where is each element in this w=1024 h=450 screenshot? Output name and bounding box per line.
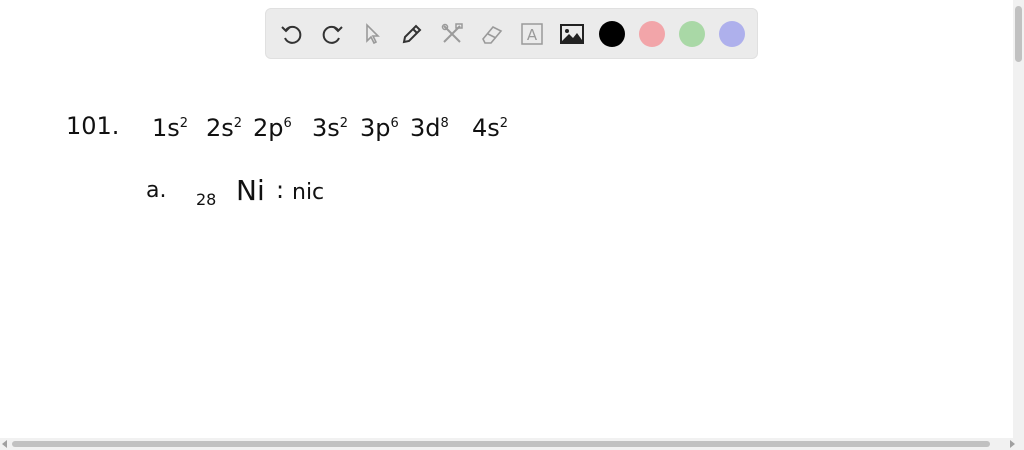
color-pink-swatch[interactable] <box>639 21 665 47</box>
tools-icon <box>441 23 463 43</box>
orbital-base: 4s <box>472 114 500 142</box>
orbital-base: 1s <box>152 114 180 142</box>
orbital-exponent: 2 <box>233 116 243 131</box>
orbital-exponent: 2 <box>339 116 349 131</box>
eraser-icon <box>482 26 503 44</box>
orbital-base: 2s <box>206 114 234 142</box>
problem-number: 101. <box>66 112 120 140</box>
pen-icon <box>402 24 422 44</box>
orbital-exponent: 2 <box>179 116 189 131</box>
part-label: a. <box>146 178 167 203</box>
scroll-right-arrow-icon[interactable] <box>1010 440 1015 448</box>
orbital-term: 4s2 <box>472 114 508 142</box>
orbital-term: 2s2 <box>206 114 242 142</box>
drawing-toolbar: A <box>265 8 758 59</box>
atomic-number: 28 <box>196 190 217 209</box>
vertical-scroll-thumb[interactable] <box>1015 6 1022 62</box>
orbital-term: 3d8 <box>410 114 449 142</box>
whiteboard-canvas[interactable]: 101. 1s2 2s2 2p6 3s2 3p6 3d8 4s2 a. 28 N… <box>0 60 1013 438</box>
orbital-exponent: 8 <box>440 116 449 131</box>
orbital-term: 3s2 <box>312 114 348 142</box>
eraser-tool-button[interactable] <box>477 19 507 49</box>
color-black-swatch[interactable] <box>599 21 625 47</box>
image-tool-button[interactable] <box>557 19 587 49</box>
orbital-term: 1s2 <box>152 114 188 142</box>
text-tool-label: A <box>527 26 538 44</box>
color-purple-swatch[interactable] <box>719 21 745 47</box>
orbital-exponent: 6 <box>283 116 292 131</box>
orbital-base: 3p <box>360 114 391 142</box>
orbital-base: 2p <box>253 114 284 142</box>
orbital-exponent: 6 <box>390 116 399 131</box>
select-tool-button[interactable] <box>357 19 387 49</box>
redo-icon <box>322 25 343 44</box>
orbital-term: 3p6 <box>360 114 399 142</box>
vertical-scrollbar[interactable] <box>1013 0 1024 438</box>
element-symbol: Ni <box>236 174 265 207</box>
horizontal-scroll-thumb[interactable] <box>12 441 990 447</box>
horizontal-scrollbar[interactable] <box>0 438 1024 450</box>
text-box-icon: A <box>521 23 543 45</box>
image-icon <box>560 24 584 44</box>
redo-button[interactable] <box>317 19 347 49</box>
orbital-term: 2p6 <box>253 114 292 142</box>
element-name-text: nic <box>292 180 325 205</box>
colon-separator: : <box>276 176 285 204</box>
undo-icon <box>281 25 302 44</box>
scroll-left-arrow-icon[interactable] <box>2 440 7 448</box>
tools-button[interactable] <box>437 19 467 49</box>
color-green-swatch[interactable] <box>679 21 705 47</box>
undo-button[interactable] <box>277 19 307 49</box>
orbital-exponent: 2 <box>499 116 509 131</box>
pen-tool-button[interactable] <box>397 19 427 49</box>
orbital-base: 3d <box>410 114 441 142</box>
pointer-icon <box>366 23 380 45</box>
text-tool-button[interactable]: A <box>517 19 547 49</box>
orbital-base: 3s <box>312 114 340 142</box>
